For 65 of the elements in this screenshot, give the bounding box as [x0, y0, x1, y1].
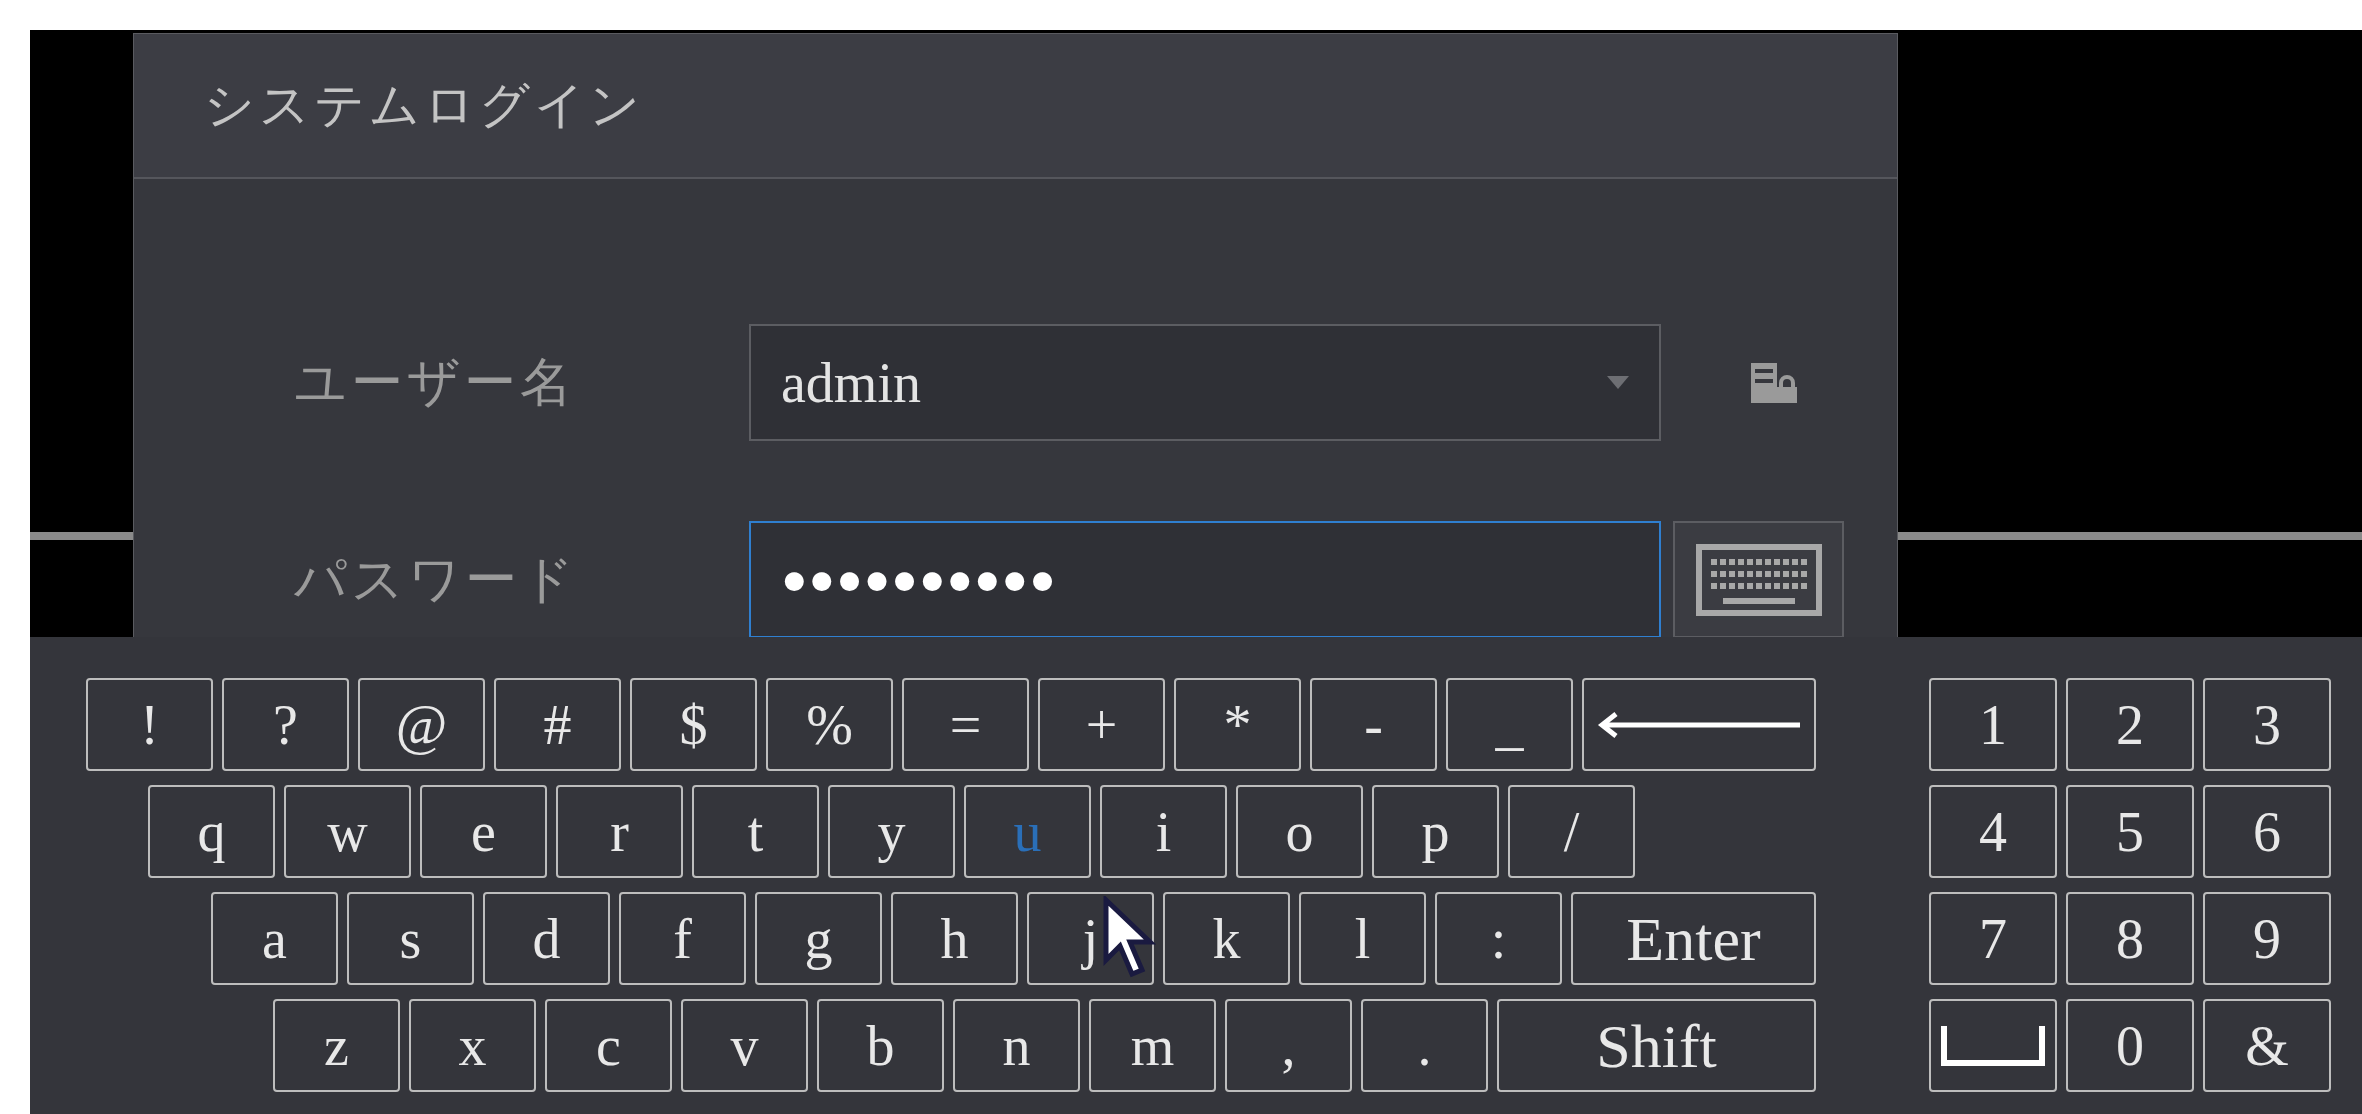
key[interactable]: 5: [2066, 785, 2194, 878]
window-title: システムログイン: [204, 76, 644, 135]
key[interactable]: e: [420, 785, 547, 878]
space-icon: [1941, 1025, 2045, 1066]
key[interactable]: 0: [2066, 999, 2194, 1092]
key[interactable]: 3: [2203, 678, 2331, 771]
field-label: パスワード: [293, 549, 579, 610]
key[interactable]: +: [1038, 678, 1165, 771]
username-dropdown[interactable]: admin: [749, 324, 1661, 441]
keyboard-button[interactable]: [1673, 521, 1844, 638]
backspace-key[interactable]: [1582, 678, 1816, 771]
key[interactable]: g: [755, 892, 882, 985]
key[interactable]: l: [1299, 892, 1426, 985]
key[interactable]: s: [347, 892, 474, 985]
field-label: ユーザー名: [293, 352, 577, 413]
key[interactable]: c: [545, 999, 672, 1092]
key[interactable]: _: [1446, 678, 1573, 771]
key[interactable]: $: [630, 678, 757, 771]
left-arrow-icon: [1596, 710, 1802, 739]
key[interactable]: %: [766, 678, 893, 771]
key[interactable]: ,: [1225, 999, 1352, 1092]
key[interactable]: b: [817, 999, 944, 1092]
key[interactable]: 4: [1929, 785, 2057, 878]
key[interactable]: d: [483, 892, 610, 985]
key[interactable]: v: [681, 999, 808, 1092]
key[interactable]: Shift: [1497, 999, 1816, 1092]
key[interactable]: 2: [2066, 678, 2194, 771]
key[interactable]: x: [409, 999, 536, 1092]
space-key[interactable]: [1929, 999, 2057, 1092]
key[interactable]: 7: [1929, 892, 2057, 985]
key[interactable]: 9: [2203, 892, 2331, 985]
key[interactable]: 6: [2203, 785, 2331, 878]
key[interactable]: @: [358, 678, 485, 771]
key[interactable]: i: [1100, 785, 1227, 878]
key[interactable]: #: [494, 678, 621, 771]
caret-icon: [1607, 375, 1629, 390]
key[interactable]: t: [692, 785, 819, 878]
key[interactable]: y: [828, 785, 955, 878]
key[interactable]: =: [902, 678, 1029, 771]
keyboard-icon: [1695, 543, 1822, 616]
key[interactable]: 1: [1929, 678, 2057, 771]
key[interactable]: p: [1372, 785, 1499, 878]
password-field[interactable]: ●●●●●●●●●●: [749, 521, 1661, 638]
key[interactable]: Enter: [1571, 892, 1816, 985]
key[interactable]: !: [86, 678, 213, 771]
key[interactable]: a: [211, 892, 338, 985]
key[interactable]: -: [1310, 678, 1437, 771]
key[interactable]: r: [556, 785, 683, 878]
key[interactable]: o: [1236, 785, 1363, 878]
key[interactable]: k: [1163, 892, 1290, 985]
key[interactable]: n: [953, 999, 1080, 1092]
key[interactable]: m: [1089, 999, 1216, 1092]
user-list-icon[interactable]: [1751, 362, 1797, 403]
key[interactable]: z: [273, 999, 400, 1092]
key[interactable]: .: [1361, 999, 1488, 1092]
key[interactable]: 8: [2066, 892, 2194, 985]
key[interactable]: q: [148, 785, 275, 878]
key[interactable]: /: [1508, 785, 1635, 878]
key[interactable]: :: [1435, 892, 1562, 985]
key[interactable]: ?: [222, 678, 349, 771]
key[interactable]: h: [891, 892, 1018, 985]
key[interactable]: w: [284, 785, 411, 878]
key[interactable]: &: [2203, 999, 2331, 1092]
key[interactable]: f: [619, 892, 746, 985]
key[interactable]: *: [1174, 678, 1301, 771]
